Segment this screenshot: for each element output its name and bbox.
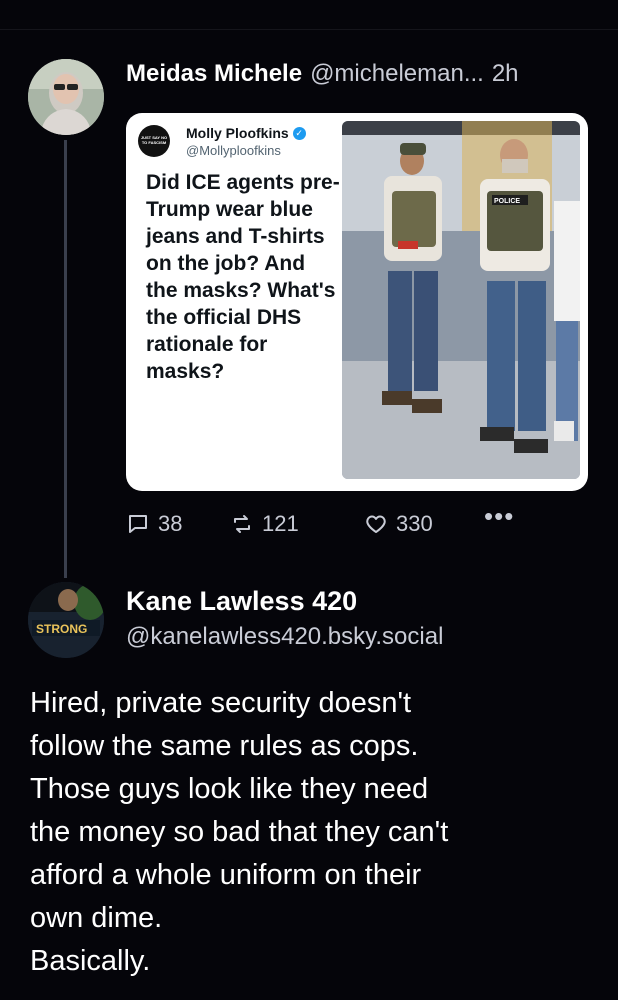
repost-count: 121 bbox=[262, 511, 299, 536]
quoted-author-name-row: Molly Ploofkins ✓ bbox=[186, 125, 306, 141]
agents-photo-image: POLICE bbox=[342, 121, 580, 479]
quoted-post-text: Did ICE agents pre-Trump wear blue jeans… bbox=[146, 171, 340, 383]
post-text-line: Hired, private security doesn't bbox=[30, 687, 412, 719]
reply-count: 38 bbox=[158, 511, 183, 536]
post-body-text: Hired, private security doesn't follow t… bbox=[30, 682, 600, 983]
author-handle[interactable]: @kanelawless420.bsky.social bbox=[126, 623, 443, 651]
repost-icon bbox=[234, 515, 250, 533]
like-count: 330 bbox=[396, 511, 433, 536]
avatar-strong-image: STRONG bbox=[28, 582, 104, 658]
heart-icon bbox=[366, 515, 386, 533]
avatar-strong-text: STRONG bbox=[36, 622, 87, 636]
post-actions: 38 121 330 ••• bbox=[126, 501, 526, 543]
avatar[interactable] bbox=[28, 59, 104, 135]
verified-badge-icon: ✓ bbox=[292, 126, 306, 140]
quoted-post-image[interactable]: POLICE bbox=[342, 121, 580, 479]
avatar-portrait-image bbox=[28, 59, 104, 135]
police-label: POLICE bbox=[494, 198, 520, 205]
post-text-line: the money so bad that they can't bbox=[30, 816, 449, 848]
quoted-post-card[interactable]: JUST SAY NO TO FASCISM Molly Ploofkins ✓… bbox=[126, 113, 588, 491]
quoted-author-handle: @Mollyploofkins bbox=[186, 143, 281, 158]
quoted-author-name: Molly Ploofkins bbox=[186, 125, 289, 141]
reply-button[interactable]: 38 bbox=[126, 511, 182, 537]
avatar[interactable]: STRONG bbox=[28, 582, 104, 658]
post-header: Meidas Michele @micheleman... 2h bbox=[126, 60, 519, 92]
post-timestamp[interactable]: 2h bbox=[492, 60, 519, 88]
quoted-author-avatar: JUST SAY NO TO FASCISM bbox=[138, 125, 170, 157]
post-text-line: Basically. bbox=[30, 945, 151, 977]
post-text-line: follow the same rules as cops. bbox=[30, 730, 419, 762]
like-button[interactable]: 330 bbox=[364, 511, 433, 537]
more-options-button[interactable]: ••• bbox=[484, 501, 514, 532]
author-handle[interactable]: @micheleman... bbox=[310, 60, 484, 88]
repost-button[interactable]: 121 bbox=[230, 511, 299, 537]
author-name[interactable]: Meidas Michele bbox=[126, 60, 302, 88]
author-name[interactable]: Kane Lawless 420 bbox=[126, 586, 357, 617]
thread-connector-line bbox=[64, 140, 67, 578]
post-text-line: afford a whole uniform on their bbox=[30, 859, 422, 891]
top-bar bbox=[0, 0, 618, 30]
reply-icon bbox=[129, 515, 147, 533]
post-text-line: own dime. bbox=[30, 902, 163, 934]
post-text-line: Those guys look like they need bbox=[30, 773, 429, 805]
